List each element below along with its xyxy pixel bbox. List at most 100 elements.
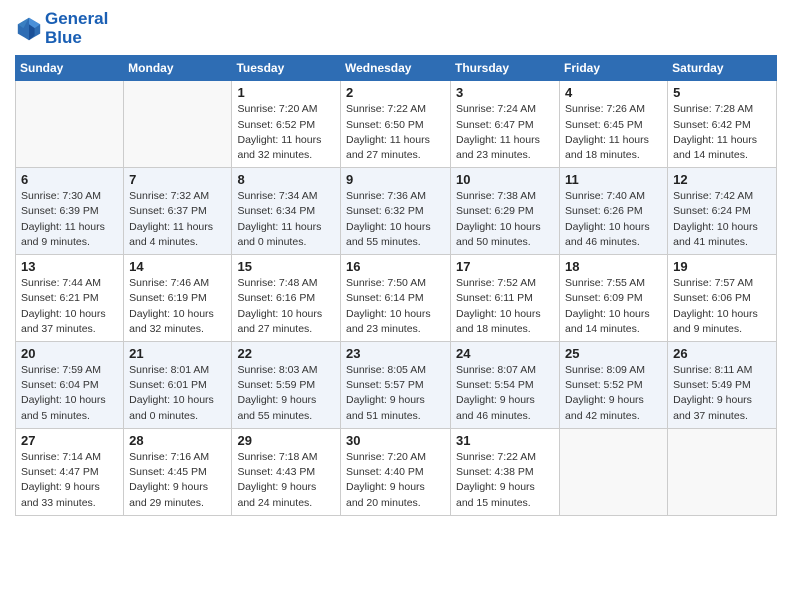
day-info: Sunrise: 7:32 AM Sunset: 6:37 PM Dayligh… xyxy=(129,189,226,250)
day-info: Sunrise: 8:01 AM Sunset: 6:01 PM Dayligh… xyxy=(129,363,226,424)
calendar-cell: 8Sunrise: 7:34 AM Sunset: 6:34 PM Daylig… xyxy=(232,168,341,255)
day-info: Sunrise: 7:50 AM Sunset: 6:14 PM Dayligh… xyxy=(346,276,445,337)
day-info: Sunrise: 7:14 AM Sunset: 4:47 PM Dayligh… xyxy=(21,450,118,511)
calendar-cell xyxy=(668,428,777,515)
calendar-week-row: 1 Sunrise: 7:20 AM Sunset: 6:52 PM Daylig… xyxy=(16,81,777,168)
header-cell-friday: Friday xyxy=(560,56,668,81)
day-info: Sunrise: 7:20 AM Sunset: 6:52 PM Dayligh… xyxy=(237,102,335,163)
day-number: 2 xyxy=(346,85,445,100)
calendar-cell: 4 Sunrise: 7:26 AM Sunset: 6:45 PM Daylig… xyxy=(560,81,668,168)
day-info: Sunrise: 7:52 AM Sunset: 6:11 PM Dayligh… xyxy=(456,276,554,337)
day-info: Sunrise: 7:20 AM Sunset: 4:40 PM Dayligh… xyxy=(346,450,445,511)
day-number: 25 xyxy=(565,346,662,361)
calendar-cell: 26 Sunrise: 8:11 AM Sunset: 5:49 PM Dayli… xyxy=(668,342,777,429)
day-number: 21 xyxy=(129,346,226,361)
day-number: 4 xyxy=(565,85,662,100)
day-info: Sunrise: 8:11 AM Sunset: 5:49 PM Dayligh… xyxy=(673,363,771,424)
day-number: 6 xyxy=(21,172,118,187)
calendar-header-row: SundayMondayTuesdayWednesdayThursdayFrid… xyxy=(16,56,777,81)
calendar-cell: 31 Sunrise: 7:22 AM Sunset: 4:38 PM Dayli… xyxy=(451,428,560,515)
calendar-cell: 7 Sunrise: 7:32 AM Sunset: 6:37 PM Daylig… xyxy=(124,168,232,255)
day-info: Sunrise: 7:34 AM Sunset: 6:34 PM Dayligh… xyxy=(237,189,335,250)
day-info: Sunrise: 7:16 AM Sunset: 4:45 PM Dayligh… xyxy=(129,450,226,511)
day-info: Sunrise: 7:24 AM Sunset: 6:47 PM Dayligh… xyxy=(456,102,554,163)
day-info: Sunrise: 7:22 AM Sunset: 4:38 PM Dayligh… xyxy=(456,450,554,511)
calendar-cell: 3Sunrise: 7:24 AM Sunset: 6:47 PM Daylig… xyxy=(451,81,560,168)
calendar-cell: 29Sunrise: 7:18 AM Sunset: 4:43 PM Dayli… xyxy=(232,428,341,515)
calendar-cell: 17 Sunrise: 7:52 AM Sunset: 6:11 PM Dayli… xyxy=(451,255,560,342)
calendar-cell: 22 Sunrise: 8:03 AM Sunset: 5:59 PM Dayli… xyxy=(232,342,341,429)
day-number: 12 xyxy=(673,172,771,187)
day-number: 10 xyxy=(456,172,554,187)
day-number: 15 xyxy=(237,259,335,274)
calendar-cell: 24Sunrise: 8:07 AM Sunset: 5:54 PM Dayli… xyxy=(451,342,560,429)
calendar-cell xyxy=(16,81,124,168)
calendar-cell: 30 Sunrise: 7:20 AM Sunset: 4:40 PM Dayli… xyxy=(341,428,451,515)
calendar-cell: 15 Sunrise: 7:48 AM Sunset: 6:16 PM Dayli… xyxy=(232,255,341,342)
logo: General Blue xyxy=(15,10,108,47)
calendar-cell: 12Sunrise: 7:42 AM Sunset: 6:24 PM Dayli… xyxy=(668,168,777,255)
day-number: 7 xyxy=(129,172,226,187)
header-cell-sunday: Sunday xyxy=(16,56,124,81)
day-info: Sunrise: 7:46 AM Sunset: 6:19 PM Dayligh… xyxy=(129,276,226,337)
header-cell-thursday: Thursday xyxy=(451,56,560,81)
header-cell-wednesday: Wednesday xyxy=(341,56,451,81)
day-number: 22 xyxy=(237,346,335,361)
day-info: Sunrise: 7:48 AM Sunset: 6:16 PM Dayligh… xyxy=(237,276,335,337)
day-number: 28 xyxy=(129,433,226,448)
calendar-cell: 27 Sunrise: 7:14 AM Sunset: 4:47 PM Dayli… xyxy=(16,428,124,515)
calendar-cell: 21 Sunrise: 8:01 AM Sunset: 6:01 PM Dayli… xyxy=(124,342,232,429)
day-info: Sunrise: 8:05 AM Sunset: 5:57 PM Dayligh… xyxy=(346,363,445,424)
day-number: 27 xyxy=(21,433,118,448)
header-cell-saturday: Saturday xyxy=(668,56,777,81)
day-number: 17 xyxy=(456,259,554,274)
calendar-week-row: 20Sunrise: 7:59 AM Sunset: 6:04 PM Dayli… xyxy=(16,342,777,429)
day-info: Sunrise: 8:07 AM Sunset: 5:54 PM Dayligh… xyxy=(456,363,554,424)
calendar-cell: 1 Sunrise: 7:20 AM Sunset: 6:52 PM Daylig… xyxy=(232,81,341,168)
day-number: 18 xyxy=(565,259,662,274)
day-info: Sunrise: 7:40 AM Sunset: 6:26 PM Dayligh… xyxy=(565,189,662,250)
logo-icon xyxy=(15,15,43,43)
day-number: 1 xyxy=(237,85,335,100)
calendar-week-row: 13Sunrise: 7:44 AM Sunset: 6:21 PM Dayli… xyxy=(16,255,777,342)
day-number: 31 xyxy=(456,433,554,448)
calendar-cell: 5Sunrise: 7:28 AM Sunset: 6:42 PM Daylig… xyxy=(668,81,777,168)
day-info: Sunrise: 7:30 AM Sunset: 6:39 PM Dayligh… xyxy=(21,189,118,250)
calendar-cell: 25 Sunrise: 8:09 AM Sunset: 5:52 PM Dayli… xyxy=(560,342,668,429)
day-info: Sunrise: 7:55 AM Sunset: 6:09 PM Dayligh… xyxy=(565,276,662,337)
calendar-cell: 9 Sunrise: 7:36 AM Sunset: 6:32 PM Daylig… xyxy=(341,168,451,255)
calendar-cell: 2 Sunrise: 7:22 AM Sunset: 6:50 PM Daylig… xyxy=(341,81,451,168)
day-number: 11 xyxy=(565,172,662,187)
day-number: 16 xyxy=(346,259,445,274)
header: General Blue xyxy=(15,10,777,47)
calendar-cell xyxy=(124,81,232,168)
day-info: Sunrise: 7:36 AM Sunset: 6:32 PM Dayligh… xyxy=(346,189,445,250)
calendar-table: SundayMondayTuesdayWednesdayThursdayFrid… xyxy=(15,55,777,515)
calendar-cell xyxy=(560,428,668,515)
day-number: 23 xyxy=(346,346,445,361)
day-number: 9 xyxy=(346,172,445,187)
day-info: Sunrise: 7:22 AM Sunset: 6:50 PM Dayligh… xyxy=(346,102,445,163)
calendar-week-row: 6 Sunrise: 7:30 AM Sunset: 6:39 PM Daylig… xyxy=(16,168,777,255)
day-number: 13 xyxy=(21,259,118,274)
day-number: 26 xyxy=(673,346,771,361)
day-info: Sunrise: 7:26 AM Sunset: 6:45 PM Dayligh… xyxy=(565,102,662,163)
day-number: 30 xyxy=(346,433,445,448)
day-info: Sunrise: 8:03 AM Sunset: 5:59 PM Dayligh… xyxy=(237,363,335,424)
page: General Blue SundayMondayTuesdayWednesda… xyxy=(0,0,792,612)
calendar-cell: 13Sunrise: 7:44 AM Sunset: 6:21 PM Dayli… xyxy=(16,255,124,342)
calendar-cell: 14Sunrise: 7:46 AM Sunset: 6:19 PM Dayli… xyxy=(124,255,232,342)
calendar-week-row: 27 Sunrise: 7:14 AM Sunset: 4:47 PM Dayli… xyxy=(16,428,777,515)
calendar-cell: 28 Sunrise: 7:16 AM Sunset: 4:45 PM Dayli… xyxy=(124,428,232,515)
header-cell-tuesday: Tuesday xyxy=(232,56,341,81)
day-info: Sunrise: 8:09 AM Sunset: 5:52 PM Dayligh… xyxy=(565,363,662,424)
day-info: Sunrise: 7:57 AM Sunset: 6:06 PM Dayligh… xyxy=(673,276,771,337)
calendar-cell: 16 Sunrise: 7:50 AM Sunset: 6:14 PM Dayli… xyxy=(341,255,451,342)
calendar-cell: 18 Sunrise: 7:55 AM Sunset: 6:09 PM Dayli… xyxy=(560,255,668,342)
calendar-cell: 11 Sunrise: 7:40 AM Sunset: 6:26 PM Dayli… xyxy=(560,168,668,255)
day-number: 5 xyxy=(673,85,771,100)
day-info: Sunrise: 7:38 AM Sunset: 6:29 PM Dayligh… xyxy=(456,189,554,250)
header-cell-monday: Monday xyxy=(124,56,232,81)
day-number: 20 xyxy=(21,346,118,361)
calendar-cell: 19Sunrise: 7:57 AM Sunset: 6:06 PM Dayli… xyxy=(668,255,777,342)
